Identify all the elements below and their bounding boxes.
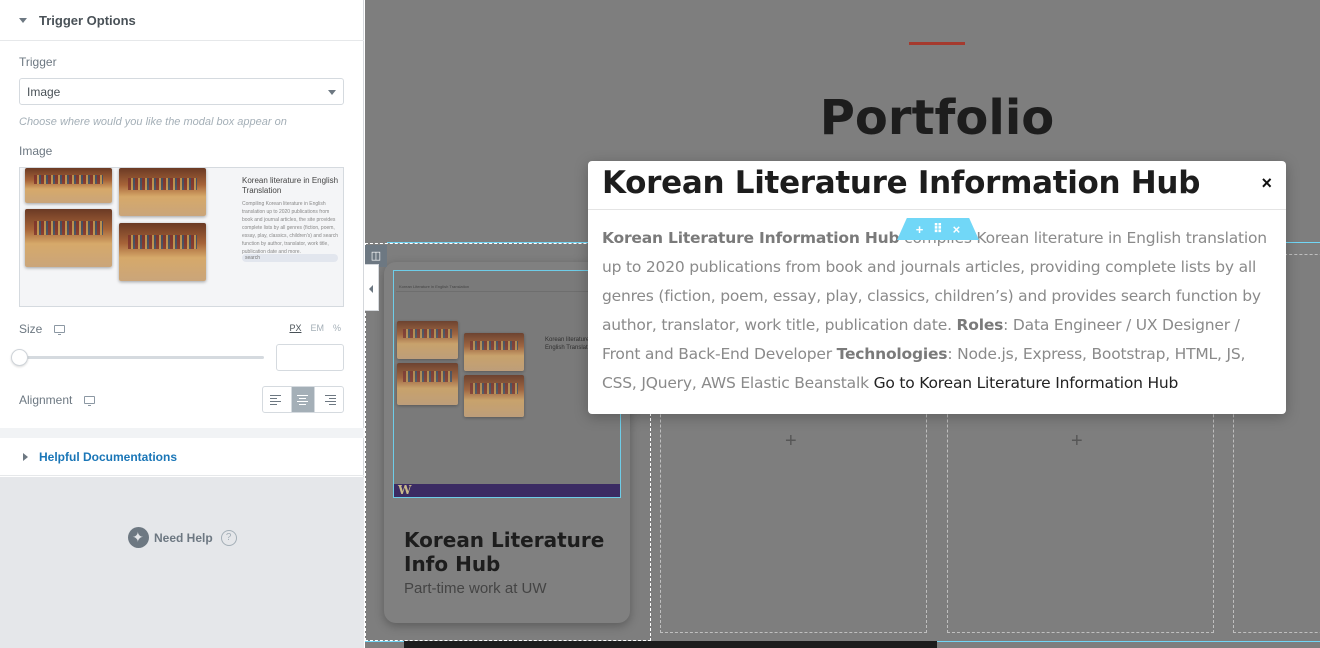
page-heading[interactable]: Portfolio — [800, 90, 1074, 146]
trigger-hint: Choose where would you like the modal bo… — [19, 116, 287, 128]
modal-header: Korean Literature Information Hub × — [588, 161, 1286, 210]
editor-canvas: Portfolio + + Korean Literature in Engli… — [365, 0, 1320, 648]
size-row: Size — [19, 322, 66, 336]
uw-logo-bar: W — [394, 484, 620, 497]
trigger-select[interactable]: Image — [19, 78, 344, 105]
library-photo — [464, 375, 524, 417]
caret-down-icon — [19, 17, 27, 23]
add-widget-icon[interactable]: + — [785, 430, 797, 453]
section-title: Trigger Options — [39, 12, 136, 28]
section-handle: + ⠿ × — [897, 218, 979, 240]
modal-title: Korean Literature Information Hub — [602, 165, 1201, 201]
desktop-icon[interactable] — [54, 325, 66, 335]
delete-section-icon[interactable]: × — [953, 222, 961, 237]
close-icon[interactable]: × — [1261, 173, 1272, 194]
drag-handle-icon[interactable]: ⠿ — [933, 221, 943, 237]
size-slider-handle[interactable] — [11, 349, 28, 366]
trigger-label: Trigger — [19, 55, 57, 69]
library-photo — [397, 321, 458, 359]
roles-label: Roles — [956, 316, 1004, 334]
panel-footer — [0, 477, 364, 648]
desktop-icon[interactable] — [84, 396, 96, 406]
align-left-button[interactable] — [263, 387, 293, 412]
add-widget-icon[interactable]: + — [1071, 430, 1083, 453]
footer-strip — [404, 641, 937, 648]
need-help-link[interactable]: Need Help ? — [128, 527, 237, 548]
elementor-icon — [128, 527, 149, 548]
thumb-title: Korean literature in English Translation — [242, 176, 339, 195]
image-label: Image — [19, 144, 53, 158]
alignment-label: Alignment — [19, 393, 73, 407]
align-right-button[interactable] — [315, 387, 343, 412]
modal-lead: Korean Literature Information Hub — [602, 229, 900, 247]
chevron-down-icon — [328, 90, 336, 95]
screenshot-nav: Korean Literature in English Translation — [396, 284, 618, 292]
settings-panel: Trigger Options Trigger Image Choose whe… — [0, 0, 364, 648]
library-photo — [119, 223, 206, 281]
modal-body: Korean Literature Information Hub compil… — [602, 224, 1274, 398]
unit-px[interactable]: PX — [289, 323, 301, 333]
add-section-icon[interactable]: + — [916, 222, 924, 237]
card-subtitle: Part-time work at UW — [404, 580, 547, 597]
alignment-row: Alignment — [19, 393, 96, 407]
helpful-documentations-label: Helpful Documentations — [39, 449, 178, 464]
modal-box: Korean Literature Information Hub × Kore… — [588, 161, 1286, 414]
collapse-panel-button[interactable] — [365, 264, 379, 311]
size-number-input[interactable] — [276, 344, 344, 371]
helpful-documentations-toggle[interactable]: Helpful Documentations — [0, 438, 364, 476]
trigger-select-value: Image — [27, 84, 61, 99]
library-photo — [119, 168, 206, 216]
alignment-control — [262, 386, 344, 413]
library-photo — [25, 168, 112, 203]
card-screenshot: Korean Literature in English Translation… — [393, 270, 621, 498]
unit-switcher: PX EM % — [289, 323, 341, 333]
library-photo — [25, 209, 112, 267]
modal-link[interactable]: Go to Korean Literature Information Hub — [874, 374, 1179, 392]
technologies-label: Technologies — [836, 345, 948, 363]
image-picker[interactable]: Korean literature in English Translation… — [19, 167, 344, 307]
thumb-search: search — [242, 254, 338, 262]
card-title: Korean Literature Info Hub — [404, 528, 605, 576]
trigger-options-header[interactable]: Trigger Options — [0, 0, 364, 41]
size-label: Size — [19, 322, 43, 336]
unit-percent[interactable]: % — [333, 323, 341, 333]
unit-em[interactable]: EM — [310, 323, 324, 333]
heading-accent-line — [909, 42, 965, 45]
question-icon: ? — [220, 529, 237, 546]
thumb-text: Compiling Korean literature in English t… — [242, 201, 339, 255]
caret-right-icon — [23, 452, 28, 461]
library-photo — [464, 333, 524, 371]
library-photo — [397, 363, 458, 405]
align-center-button[interactable] — [292, 387, 315, 412]
size-slider-track[interactable] — [19, 356, 264, 359]
need-help-label: Need Help — [154, 530, 213, 545]
section-divider — [0, 428, 364, 438]
